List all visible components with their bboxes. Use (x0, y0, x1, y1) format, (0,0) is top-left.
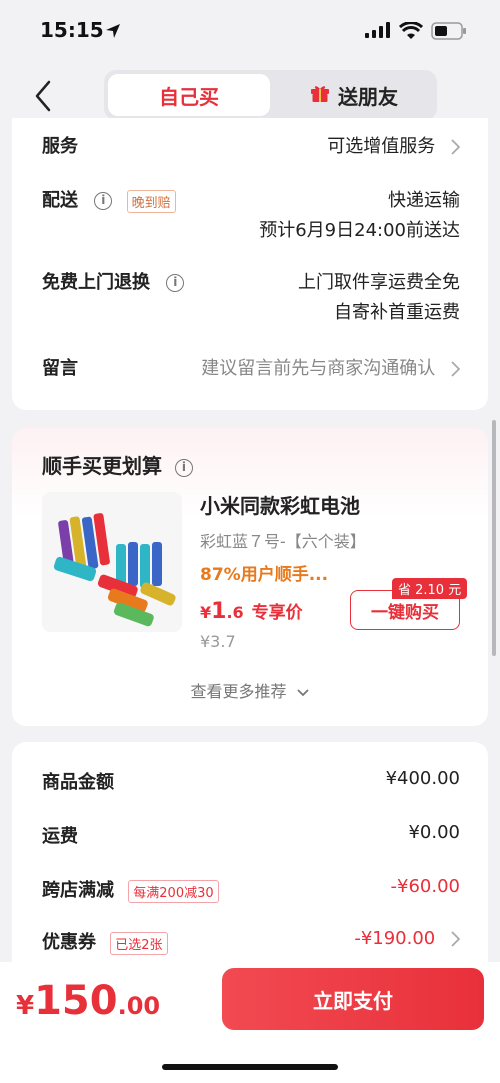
info-icon[interactable]: i (174, 458, 193, 477)
savings-badge: 省 2.10 元 (392, 578, 468, 599)
shipping-label: 运费 (42, 826, 78, 847)
purchase-mode-toggle: 自己买 送朋友 (104, 70, 437, 120)
location-arrow-icon (104, 22, 122, 44)
status-bar: 15:15 (0, 0, 500, 64)
goods-amount-row: 商品金额 ¥400.00 (42, 768, 460, 796)
delivery-label: 配送 (42, 190, 78, 211)
delivery-eta: 预计6月9日24:00前送达 (259, 220, 460, 241)
late-compensation-tag: 晚到赔 (126, 189, 176, 213)
tab-gift-label: 送朋友 (338, 84, 398, 109)
service-row[interactable]: 服务 可选增值服务 (42, 132, 460, 162)
tab-send-to-friend[interactable]: 送朋友 (274, 74, 434, 116)
cross-store-value: -¥60.00 (390, 876, 460, 897)
battery-icon (431, 22, 467, 44)
addon-exclusive-price: ¥1.6 专享价 (200, 599, 303, 624)
cross-store-label: 跨店满减 (42, 880, 114, 901)
battery-product-image[interactable] (42, 492, 182, 632)
message-row[interactable]: 留言 建议留言前先与商家沟通确认 (42, 354, 460, 384)
status-time: 15:15 (40, 18, 104, 42)
chevron-right-icon (451, 139, 460, 155)
return-line-2: 自寄补首重运费 (334, 302, 460, 323)
chevron-down-icon (296, 688, 309, 696)
cross-store-discount-row: 跨店满减 每满200减30 -¥60.00 (42, 876, 460, 904)
pay-now-button[interactable]: 立即支付 (222, 968, 484, 1030)
info-icon[interactable]: i (94, 192, 113, 210)
total-price: ¥150.00 (16, 978, 161, 1024)
scrollbar[interactable] (492, 420, 496, 656)
delivery-method: 快递运输 (388, 190, 460, 211)
signal-icon (365, 22, 391, 42)
more-recommendations-link[interactable]: 查看更多推荐 (12, 678, 488, 702)
tab-buy-for-self[interactable]: 自己买 (108, 74, 270, 116)
chevron-right-icon (451, 931, 460, 947)
home-indicator[interactable] (162, 1064, 338, 1070)
coupon-label: 优惠券 (42, 932, 96, 953)
coupon-tag: 已选2张 (110, 931, 168, 955)
coupon-value: -¥190.00 (354, 928, 436, 949)
message-input[interactable]: 建议留言前先与商家沟通确认 (201, 358, 435, 379)
addon-product-name[interactable]: 小米同款彩虹电池 (200, 490, 360, 519)
goods-amount-value: ¥400.00 (385, 768, 460, 789)
info-icon[interactable]: i (166, 274, 185, 292)
addon-recommendation-card: 顺手买更划算 i 小米同款彩虹电池 彩虹蓝７号-【六个装】 87%用户顺手...… (12, 428, 488, 726)
service-value: 可选增值服务 (327, 136, 436, 157)
message-label: 留言 (42, 358, 78, 379)
free-return-row: 免费上门退换 i 上门取件享运费全免 自寄补首重运费 (42, 268, 460, 328)
checkout-bar: ¥150.00 立即支付 (0, 962, 500, 1083)
delivery-row: 配送 i 晚到赔 快递运输 预计6月9日24:00前送达 (42, 186, 460, 246)
addon-purchase-stat: 87%用户顺手... (200, 565, 329, 585)
service-label: 服务 (42, 136, 78, 157)
gift-icon (310, 83, 330, 108)
goods-amount-label: 商品金额 (42, 772, 114, 793)
free-return-label: 免费上门退换 (42, 272, 150, 293)
wifi-icon (398, 21, 424, 44)
addon-title: 顺手买更划算 i (42, 450, 193, 479)
price-summary-card: 商品金额 ¥400.00 运费 ¥0.00 跨店满减 每满200减30 -¥60… (12, 742, 488, 982)
cross-store-tag: 每满200减30 (128, 879, 219, 903)
addon-product-spec: 彩虹蓝７号-【六个装】 (200, 532, 366, 551)
coupon-row[interactable]: 优惠券 已选2张 -¥190.00 (42, 928, 460, 956)
addon-original-price: ¥3.7 (200, 632, 236, 651)
return-line-1: 上门取件享运费全免 (298, 272, 460, 293)
order-options-card: 服务 可选增值服务 配送 i 晚到赔 快递运输 预计6月9日24:00前送达 免… (12, 118, 488, 410)
chevron-left-icon (35, 80, 51, 112)
shipping-value: ¥0.00 (408, 822, 460, 843)
back-button[interactable] (28, 76, 58, 116)
chevron-right-icon (451, 361, 460, 377)
shipping-row: 运费 ¥0.00 (42, 822, 460, 850)
